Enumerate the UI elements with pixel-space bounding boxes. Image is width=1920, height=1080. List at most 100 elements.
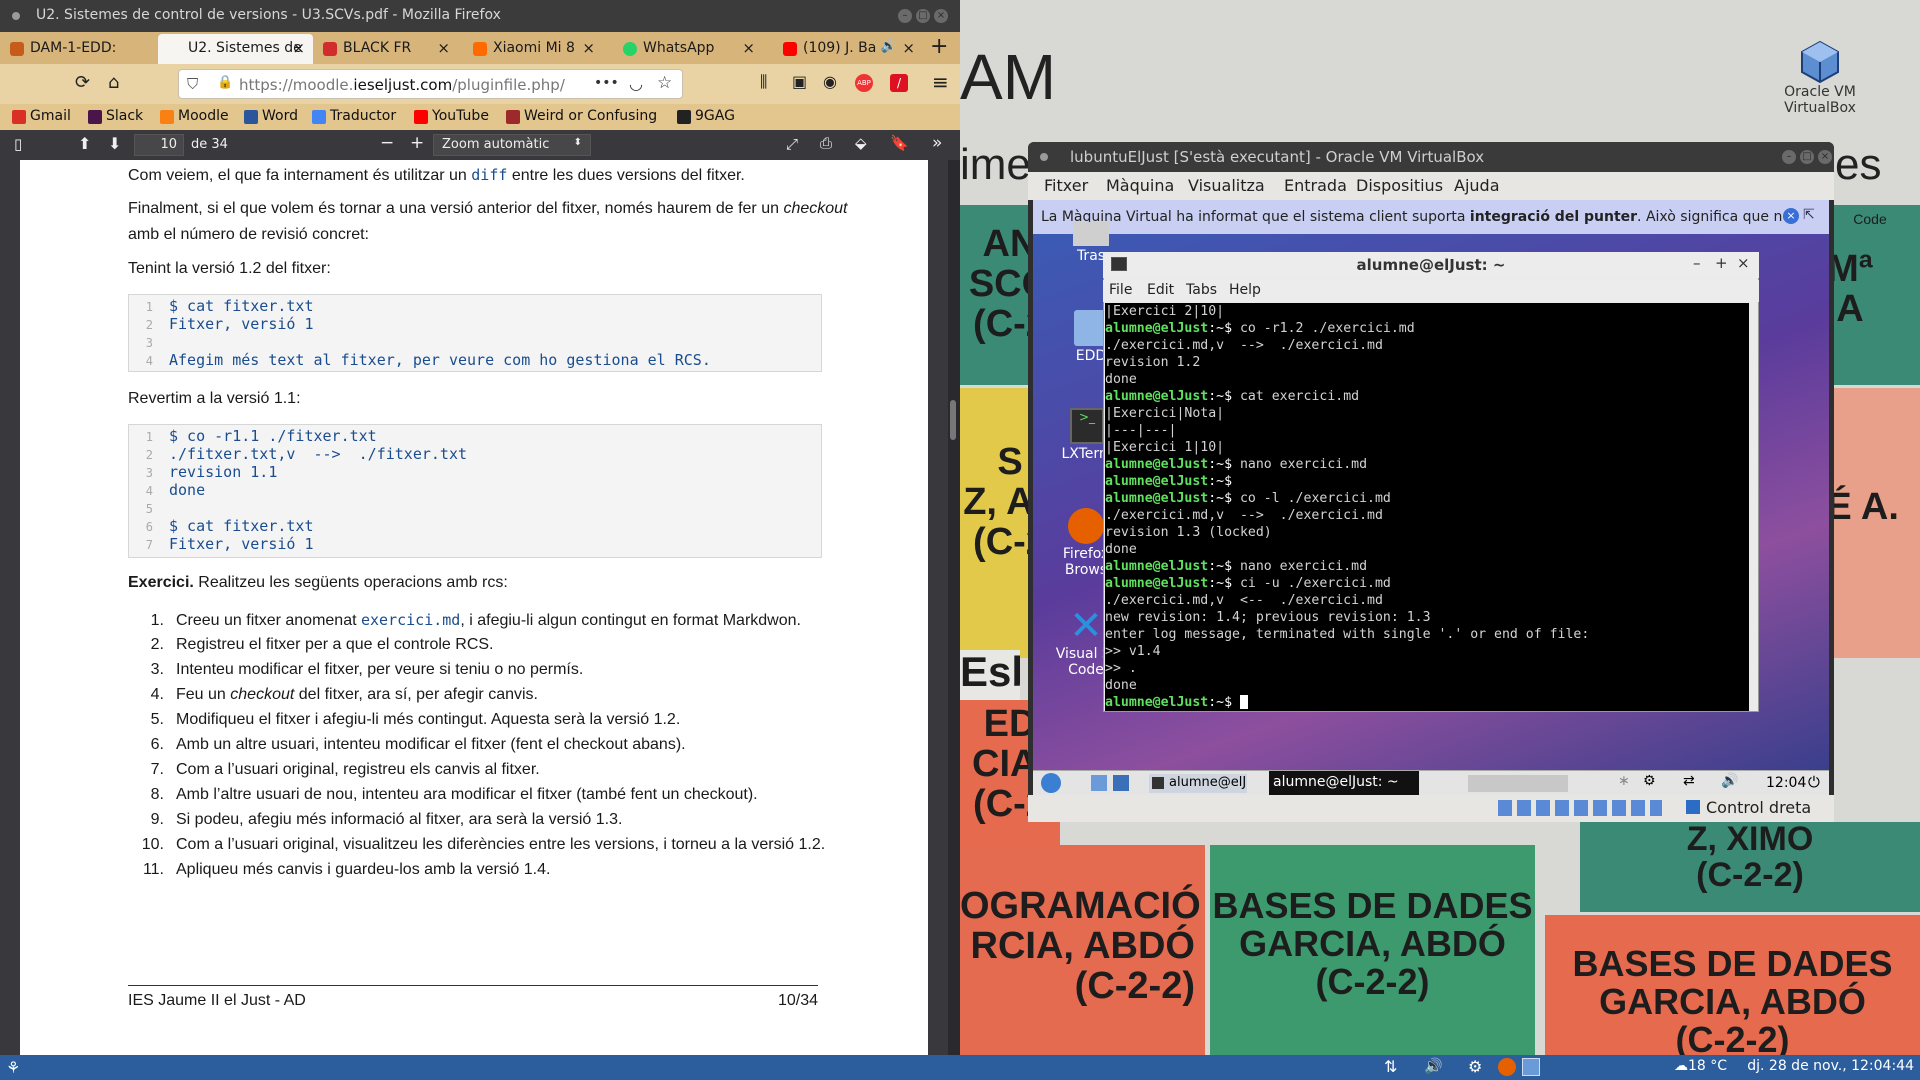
device-status-icons[interactable]: [1498, 800, 1662, 816]
network-icon[interactable]: ⇅: [1384, 1057, 1397, 1076]
workspace-switcher[interactable]: [1468, 775, 1568, 792]
bluetooth-icon[interactable]: ∗: [1618, 773, 1630, 789]
menu-ajuda[interactable]: Ajuda: [1454, 176, 1500, 195]
firefox-tray-icon[interactable]: [1498, 1058, 1516, 1076]
shield-icon[interactable]: ⛉: [187, 75, 198, 93]
terminal-output[interactable]: |Exercici 2|10| alumne@elJust:~$ co -r1.2…: [1105, 303, 1749, 711]
menu-visualitza[interactable]: Visualitza: [1188, 176, 1265, 195]
settings-icon[interactable]: ⚙: [1468, 1057, 1482, 1076]
page-number-input[interactable]: 10: [134, 134, 184, 156]
pocket-icon[interactable]: ◡: [629, 74, 643, 93]
zoom-out-button[interactable]: −: [380, 133, 394, 153]
print-icon[interactable]: ⎙: [820, 134, 832, 152]
tab-black-friday[interactable]: BLACK FR ×: [313, 34, 458, 64]
virtualbox-menubar: Fitxer Màquina Visualitza Entrada Dispos…: [1028, 172, 1834, 200]
tab-label: U2. Sistemes de: [188, 40, 302, 56]
maximize-icon[interactable]: □: [1800, 150, 1814, 164]
reload-icon[interactable]: ⟳: [75, 72, 90, 93]
new-tab-button[interactable]: +: [930, 34, 948, 59]
scrollbar-thumb[interactable]: [950, 400, 956, 440]
tab-sistemes[interactable]: U2. Sistemes de ×: [158, 34, 313, 64]
list-item: 9. Si podeu, afegiu més informació al fit…: [150, 811, 623, 828]
hamburger-menu-icon[interactable]: ≡: [932, 70, 949, 94]
url-bar[interactable]: ⛉ 🔒 https://moodle.ieseljust.com/pluginf…: [178, 69, 683, 99]
bookmark-traductor[interactable]: Traductor: [312, 108, 396, 124]
close-notice-icon[interactable]: ×: [1783, 208, 1799, 224]
close-tab-icon[interactable]: ×: [292, 39, 305, 57]
window-menu-icon[interactable]: [1040, 153, 1048, 161]
close-tab-icon[interactable]: ×: [437, 39, 450, 57]
close-tab-icon[interactable]: ×: [902, 39, 915, 57]
home-icon[interactable]: ⌂: [108, 72, 119, 93]
maximize-icon[interactable]: □: [916, 9, 930, 23]
tab-whatsapp[interactable]: WhatsApp ×: [613, 34, 763, 64]
previous-page-icon[interactable]: ⬆: [78, 134, 91, 153]
extension-icon[interactable]: /: [890, 74, 908, 92]
bookmark-word[interactable]: Word: [244, 108, 298, 124]
menu-maquina[interactable]: Màquina: [1106, 176, 1174, 195]
bookmark-star-icon[interactable]: ☆: [657, 73, 672, 93]
power-icon[interactable]: ⏻: [1808, 773, 1820, 791]
weather[interactable]: ☁18 °C: [1674, 1058, 1727, 1074]
guest-clock[interactable]: 12:04: [1766, 775, 1806, 791]
start-menu-icon[interactable]: ⚘: [6, 1058, 20, 1077]
sidebar-toggle-icon[interactable]: ▯: [14, 135, 22, 153]
lock-icon[interactable]: 🔒: [217, 75, 233, 90]
next-page-icon[interactable]: ⬇: [108, 134, 121, 153]
bookmark-youtube[interactable]: YouTube: [414, 108, 489, 124]
sidebar-icon[interactable]: ▣: [792, 72, 807, 91]
maximize-icon[interactable]: +: [1715, 254, 1728, 272]
close-icon[interactable]: ×: [1737, 254, 1750, 272]
close-icon[interactable]: ×: [1818, 150, 1832, 164]
close-tab-icon[interactable]: ×: [582, 39, 595, 57]
network-icon[interactable]: ⇄: [1683, 773, 1695, 789]
speaker-icon[interactable]: 🔊: [881, 39, 897, 54]
clock[interactable]: dj. 28 de nov., 12:04:44: [1747, 1058, 1914, 1074]
menu-file[interactable]: File: [1109, 282, 1132, 298]
minimize-icon[interactable]: –: [898, 9, 912, 23]
virtualbox-desktop-icon[interactable]: Oracle VM VirtualBox: [1760, 40, 1880, 116]
menu-dispositius[interactable]: Dispositius: [1356, 176, 1443, 195]
menu-edit[interactable]: Edit: [1147, 282, 1174, 298]
menu-help[interactable]: Help: [1229, 282, 1261, 298]
bookmark-slack[interactable]: Slack: [88, 108, 143, 124]
virtualbox-tray-icon[interactable]: [1522, 1058, 1540, 1076]
volume-icon[interactable]: 🔊: [1721, 773, 1738, 789]
volume-icon[interactable]: 🔊: [1424, 1057, 1443, 1075]
adblock-icon[interactable]: ABP: [855, 74, 873, 92]
zoom-in-button[interactable]: +: [410, 133, 424, 153]
account-icon[interactable]: ◉: [823, 72, 837, 91]
wallpaper-text: AM: [960, 41, 1056, 113]
tab-label: (109) J. Ba: [803, 40, 877, 56]
tab-youtube[interactable]: (109) J. Ba 🔊 ×: [773, 34, 923, 64]
pdf-scrollbar[interactable]: [948, 160, 960, 1055]
menu-entrada[interactable]: Entrada: [1284, 176, 1347, 195]
show-desktop-icon[interactable]: [1091, 775, 1107, 791]
close-tab-icon[interactable]: ×: [742, 39, 755, 57]
file-manager-icon[interactable]: [1113, 775, 1129, 791]
page-actions-button[interactable]: •••: [594, 75, 619, 91]
minimize-icon[interactable]: –: [1782, 150, 1796, 164]
start-menu-icon[interactable]: [1041, 773, 1061, 793]
settings-icon[interactable]: ⚙: [1643, 773, 1656, 789]
menu-tabs[interactable]: Tabs: [1186, 282, 1217, 298]
tools-menu-icon[interactable]: »: [932, 133, 942, 153]
save-icon[interactable]: ⬙: [855, 134, 867, 152]
bookmark-icon[interactable]: 🔖: [890, 134, 909, 152]
bookmark-moodle[interactable]: Moodle: [160, 108, 229, 124]
window-menu-icon[interactable]: [12, 12, 20, 20]
bookmark-weird[interactable]: Weird or Confusing: [506, 108, 657, 124]
library-icon[interactable]: ⫼: [760, 72, 767, 92]
menu-fitxer[interactable]: Fitxer: [1044, 176, 1088, 195]
minimize-icon[interactable]: –: [1693, 254, 1701, 272]
presentation-mode-icon[interactable]: ⤢: [786, 135, 798, 153]
bookmark-9gag[interactable]: 9GAG: [677, 108, 735, 124]
zoom-select[interactable]: Zoom automàtic ⬍: [433, 134, 591, 156]
taskbar-item-terminal-1[interactable]: alumne@elJu: [1149, 774, 1247, 793]
tab-dam-edd[interactable]: DAM-1-EDD:: [0, 34, 158, 64]
bookmark-gmail[interactable]: Gmail: [12, 108, 71, 124]
mouse-integration-icon[interactable]: ⇱: [1803, 207, 1815, 223]
close-icon[interactable]: ×: [934, 9, 948, 23]
tab-xiaomi[interactable]: Xiaomi Mi 8 ×: [463, 34, 603, 64]
taskbar-item-terminal-2[interactable]: alumne@elJust: ~: [1269, 771, 1419, 795]
